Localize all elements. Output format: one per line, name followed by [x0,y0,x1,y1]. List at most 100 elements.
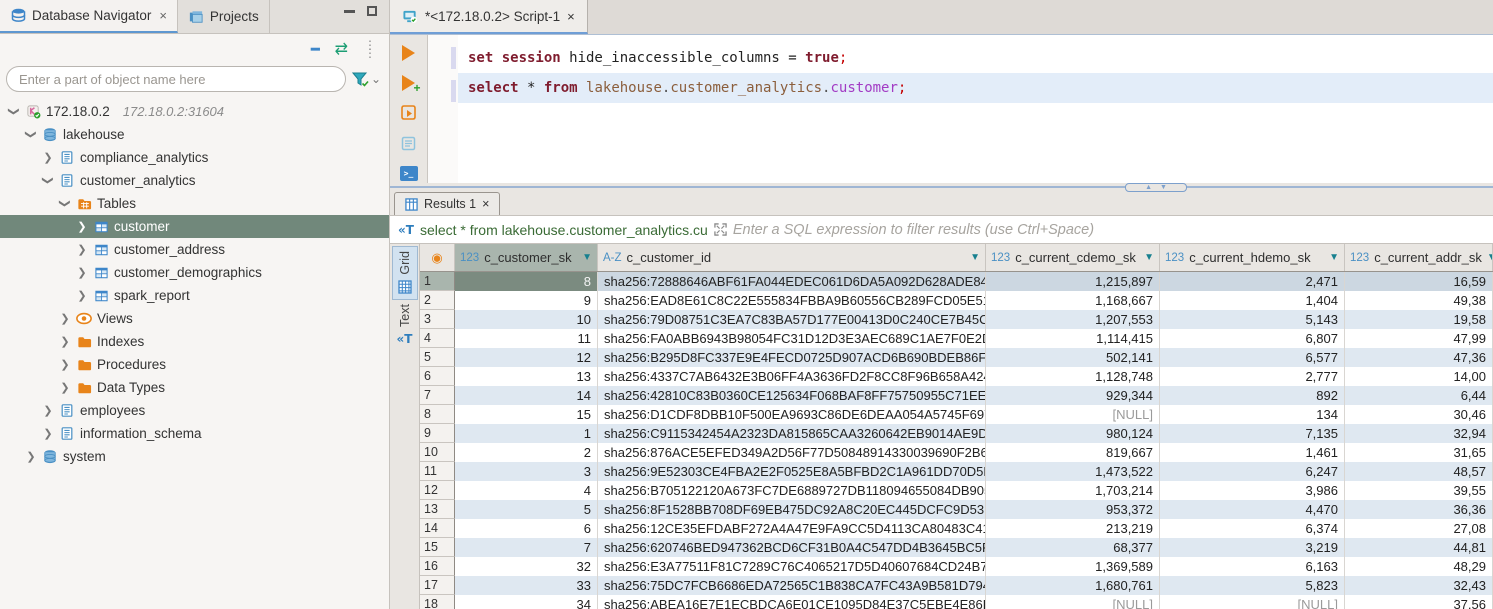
chevron-collapsed-icon[interactable]: ❯ [59,381,71,394]
table-cell[interactable]: 7 [455,538,598,557]
row-number[interactable]: 18 [420,595,455,609]
table-cell[interactable]: sha256:9E52303CE4FBA2E2F0525E8A5BFBD2C1A… [598,462,986,481]
table-cell[interactable]: 10 [455,310,598,329]
table-cell[interactable]: 13 [455,367,598,386]
table-cell[interactable]: 14,00 [1345,367,1493,386]
chevron-expanded-icon[interactable]: ❯ [25,129,38,141]
table-cell[interactable]: 980,124 [986,424,1160,443]
tab-grid-view[interactable]: Grid [392,246,418,300]
table-cell[interactable]: 1,404 [1160,291,1345,310]
table-cell[interactable]: 9 [455,291,598,310]
table-cell[interactable]: 6,374 [1160,519,1345,538]
table-row[interactable]: 1632sha256:E3A77511F81C7289C76C4065217D5… [420,557,1493,576]
chevron-collapsed-icon[interactable]: ❯ [25,450,37,463]
table-row[interactable]: 91sha256:C9115342454A2323DA815865CAA3260… [420,424,1493,443]
table-cell[interactable]: 213,219 [986,519,1160,538]
table-cell[interactable]: sha256:EAD8E61C8C22E555834FBBA9B60556CB2… [598,291,986,310]
chevron-collapsed-icon[interactable]: ❯ [42,404,54,417]
code-area[interactable]: set session hide_inaccessible_columns = … [458,35,1493,183]
table-cell[interactable]: 2,777 [1160,367,1345,386]
table-cell[interactable]: 3,986 [1160,481,1345,500]
table-cell[interactable]: 1,369,589 [986,557,1160,576]
table-row[interactable]: 714sha256:42810C83B0360CE125634F068BAF8F… [420,386,1493,405]
table-cell[interactable]: sha256:12CE35EFDABF272A4A47E9FA9CC5D4113… [598,519,986,538]
table-cell[interactable]: 4,470 [1160,500,1345,519]
table-cell[interactable]: 48,57 [1345,462,1493,481]
tree-item-indexes[interactable]: ❯Indexes [0,330,389,353]
row-number[interactable]: 11 [420,462,455,481]
tree-item-customer-demographics[interactable]: ❯customer_demographics [0,261,389,284]
row-number[interactable]: 16 [420,557,455,576]
table-cell[interactable]: 5,143 [1160,310,1345,329]
column-header-c_current_hdemo_sk[interactable]: 123c_current_hdemo_sk▼ [1160,244,1345,271]
column-dropdown-icon[interactable]: ▼ [1329,252,1339,263]
tree-item-compliance-analytics[interactable]: ❯compliance_analytics [0,146,389,169]
row-number[interactable]: 5 [420,348,455,367]
chevron-collapsed-icon[interactable]: ❯ [76,243,88,256]
table-cell[interactable]: 19,58 [1345,310,1493,329]
row-number[interactable]: 8 [420,405,455,424]
tree-item-views[interactable]: ❯Views [0,307,389,330]
tab-projects[interactable]: Projects [178,0,270,33]
table-cell[interactable]: sha256:79D08751C3EA7C83BA57D177E00413D0C… [598,310,986,329]
row-number[interactable]: 12 [420,481,455,500]
column-header-c_current_addr_sk[interactable]: 123c_current_addr_sk▼ [1345,244,1493,271]
row-number[interactable]: 10 [420,443,455,462]
table-row[interactable]: 29sha256:EAD8E61C8C22E555834FBBA9B60556C… [420,291,1493,310]
table-cell[interactable]: 953,372 [986,500,1160,519]
tree-item-data-types[interactable]: ❯Data Types [0,376,389,399]
table-cell[interactable]: sha256:E3A77511F81C7289C76C4065217D5D406… [598,557,986,576]
tree-item-customer-address[interactable]: ❯customer_address [0,238,389,261]
close-icon[interactable]: × [482,197,489,211]
tree-item-procedures[interactable]: ❯Procedures [0,353,389,376]
table-cell[interactable]: 16,59 [1345,272,1493,291]
table-cell[interactable]: 1,215,897 [986,272,1160,291]
chevron-expanded-icon[interactable]: ❯ [8,106,21,118]
table-cell[interactable]: sha256:75DC7FCB6686EDA72565C1B838CA7FC43… [598,576,986,595]
row-number[interactable]: 4 [420,329,455,348]
tree-item-customer[interactable]: ❯customer [0,215,389,238]
chevron-collapsed-icon[interactable]: ❯ [76,220,88,233]
table-row[interactable]: 18sha256:72888646ABF61FA044EDEC061D6DA5A… [420,272,1493,291]
table-cell[interactable]: 892 [1160,386,1345,405]
table-cell[interactable]: 44,81 [1345,538,1493,557]
table-row[interactable]: 512sha256:B295D8FC337E9E4FECD0725D907ACD… [420,348,1493,367]
row-number[interactable]: 3 [420,310,455,329]
table-cell[interactable]: 4 [455,481,598,500]
row-number[interactable]: 2 [420,291,455,310]
column-header-c_customer_id[interactable]: A-Zc_customer_id▼ [598,244,986,271]
table-cell[interactable]: 6,577 [1160,348,1345,367]
table-cell[interactable]: 2 [455,443,598,462]
table-cell[interactable]: 1,680,761 [986,576,1160,595]
table-cell[interactable]: sha256:42810C83B0360CE125634F068BAF8FF75… [598,386,986,405]
table-cell[interactable]: 3,219 [1160,538,1345,557]
table-cell[interactable]: 6,44 [1345,386,1493,405]
close-icon[interactable]: × [567,9,575,24]
explain-plan-icon[interactable] [399,133,419,153]
table-cell[interactable]: 31,65 [1345,443,1493,462]
table-cell[interactable]: 33 [455,576,598,595]
table-cell[interactable]: 32,94 [1345,424,1493,443]
maximize-icon[interactable] [367,6,377,16]
row-number[interactable]: 7 [420,386,455,405]
link-with-editor-icon[interactable]: ⇄ [335,39,348,59]
column-dropdown-icon[interactable]: ▼ [1144,252,1154,263]
table-cell[interactable]: 1,703,214 [986,481,1160,500]
sql-line-1[interactable]: set session hide_inaccessible_columns = … [458,43,1493,73]
tab-results-1[interactable]: Results 1 × [394,192,500,215]
table-cell[interactable]: sha256:C9115342454A2323DA815865CAA326064… [598,424,986,443]
row-number[interactable]: 1 [420,272,455,291]
table-cell[interactable]: 49,38 [1345,291,1493,310]
results-filter-bar[interactable]: «T select * from lakehouse.customer_anal… [390,216,1493,244]
column-dropdown-icon[interactable]: ▼ [582,252,592,263]
row-number[interactable]: 9 [420,424,455,443]
table-cell[interactable]: 6,163 [1160,557,1345,576]
table-cell[interactable]: 32,43 [1345,576,1493,595]
column-dropdown-icon[interactable]: ▼ [970,252,980,263]
table-cell[interactable]: [NULL] [1160,595,1345,609]
table-cell[interactable]: 68,377 [986,538,1160,557]
table-row[interactable]: 124sha256:B705122120A673FC7DE6889727DB11… [420,481,1493,500]
table-cell[interactable]: sha256:8F1528BB708DF69EB475DC92A8C20EC44… [598,500,986,519]
sql-console-icon[interactable]: >_ [399,163,419,183]
expand-filter-icon[interactable] [714,223,727,236]
